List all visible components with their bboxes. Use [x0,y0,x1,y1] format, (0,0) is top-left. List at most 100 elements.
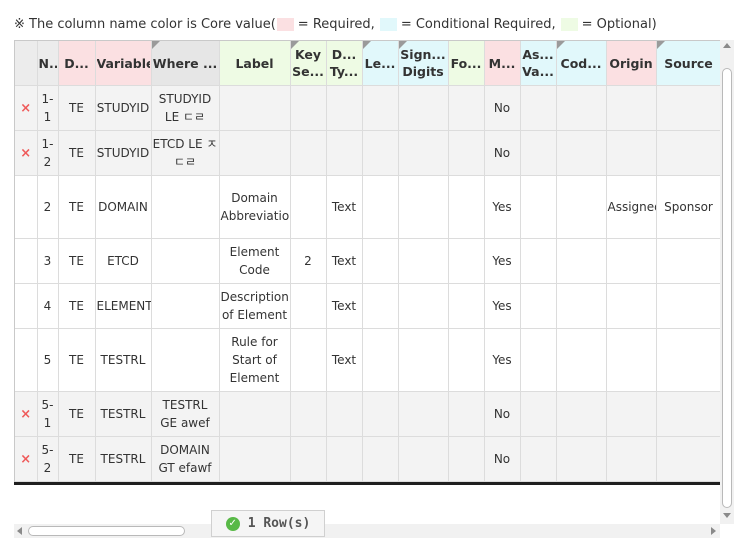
cell-sigdigits[interactable] [398,130,449,176]
cell-domain[interactable]: TE [58,436,96,482]
cell-codelist[interactable] [556,328,607,392]
cell-label[interactable]: Description of Element [219,283,291,329]
cell-sigdigits[interactable] [398,391,449,437]
cell-format[interactable] [448,391,485,437]
column-header-format[interactable]: Fo... [448,41,485,86]
table-row[interactable]: 3 TE ETCD Element Code 2 Text Yes [15,238,721,284]
cell-label[interactable]: Domain Abbreviation [219,175,291,239]
cell-keyseq[interactable] [290,85,327,131]
cell-length[interactable] [362,391,399,437]
cell-no[interactable]: 5 [37,328,59,392]
cell-label[interactable] [219,391,291,437]
cell-assigned[interactable] [520,436,557,482]
cell-source[interactable]: Sponsor [656,175,721,239]
cell-length[interactable] [362,436,399,482]
cell-variable[interactable]: TESTRL [95,436,152,482]
delete-row-icon[interactable]: × [20,146,31,161]
cell-length[interactable] [362,175,399,239]
cell-length[interactable] [362,328,399,392]
cell-domain[interactable]: TE [58,175,96,239]
cell-format[interactable] [448,436,485,482]
cell-format[interactable] [448,328,485,392]
cell-mandatory[interactable]: No [484,85,521,131]
cell-codelist[interactable] [556,85,607,131]
cell-label[interactable] [219,436,291,482]
cell-keyseq[interactable] [290,391,327,437]
cell-variable[interactable]: STUDYID [95,130,152,176]
cell-origin[interactable] [606,238,657,284]
cell-mandatory[interactable]: Yes [484,283,521,329]
table-row[interactable]: 5 TE TESTRL Rule for Start of Element Text Ye… [15,328,721,392]
cell-no[interactable]: 1-2 [37,130,59,176]
column-header-datatype[interactable]: D... Ty... [326,41,363,86]
cell-no[interactable]: 5-2 [37,436,59,482]
scroll-down-arrow-icon[interactable] [723,513,731,518]
scroll-up-arrow-icon[interactable] [723,43,731,48]
cell-codelist[interactable] [556,391,607,437]
cell-sigdigits[interactable] [398,175,449,239]
cell-keyseq[interactable]: 2 [290,238,327,284]
cell-format[interactable] [448,130,485,176]
cell-origin[interactable] [606,436,657,482]
cell-length[interactable] [362,130,399,176]
cell-codelist[interactable] [556,130,607,176]
cell-no[interactable]: 3 [37,238,59,284]
cell-length[interactable] [362,238,399,284]
table-row[interactable]: × 1-2 TE STUDYID ETCD LE ㅈㄷㄹ No [15,130,721,176]
cell-mandatory[interactable]: No [484,391,521,437]
scroll-left-arrow-icon[interactable] [17,527,22,535]
cell-source[interactable] [656,130,721,176]
cell-assigned[interactable] [520,391,557,437]
delete-row-icon[interactable]: × [20,407,31,422]
cell-sigdigits[interactable] [398,238,449,284]
cell-variable[interactable]: TESTRL [95,391,152,437]
cell-no[interactable]: 1-1 [37,85,59,131]
cell-source[interactable] [656,283,721,329]
column-header-variable[interactable]: Variable [95,41,152,86]
table-row[interactable]: × 5-1 TE TESTRL TESTRL GE awef No [15,391,721,437]
cell-keyseq[interactable] [290,283,327,329]
cell-datatype[interactable]: Text [326,328,363,392]
cell-assigned[interactable] [520,85,557,131]
cell-assigned[interactable] [520,175,557,239]
column-header-codelist[interactable]: Cod... [556,41,607,86]
cell-sigdigits[interactable] [398,436,449,482]
cell-variable[interactable]: TESTRL [95,328,152,392]
cell-label[interactable]: Element Code [219,238,291,284]
cell-source[interactable] [656,85,721,131]
cell-length[interactable] [362,283,399,329]
cell-origin[interactable] [606,328,657,392]
cell-source[interactable] [656,391,721,437]
cell-no[interactable]: 5-1 [37,391,59,437]
horizontal-scroll-thumb[interactable] [28,526,185,536]
cell-domain[interactable]: TE [58,238,96,284]
column-header-length[interactable]: Le... [362,41,399,86]
cell-mandatory[interactable]: No [484,436,521,482]
cell-keyseq[interactable] [290,328,327,392]
cell-codelist[interactable] [556,175,607,239]
cell-domain[interactable]: TE [58,85,96,131]
cell-label[interactable] [219,85,291,131]
cell-origin[interactable] [606,391,657,437]
vertical-scroll-thumb[interactable] [722,68,732,508]
cell-where[interactable]: ETCD LE ㅈㄷㄹ [151,130,220,176]
cell-mandatory[interactable]: Yes [484,175,521,239]
cell-keyseq[interactable] [290,130,327,176]
cell-format[interactable] [448,283,485,329]
cell-origin[interactable] [606,283,657,329]
cell-origin[interactable] [606,130,657,176]
cell-source[interactable] [656,328,721,392]
vertical-scrollbar[interactable] [720,40,734,524]
cell-mandatory[interactable]: Yes [484,238,521,284]
cell-domain[interactable]: TE [58,391,96,437]
column-header-del[interactable] [15,41,38,86]
table-row[interactable]: 4 TE ELEMENT Description of Element Text Yes [15,283,721,329]
cell-origin[interactable] [606,85,657,131]
cell-label[interactable]: Rule for Start of Element [219,328,291,392]
cell-datatype[interactable] [326,130,363,176]
cell-domain[interactable]: TE [58,283,96,329]
cell-variable[interactable]: STUDYID [95,85,152,131]
cell-source[interactable] [656,238,721,284]
cell-mandatory[interactable]: No [484,130,521,176]
cell-codelist[interactable] [556,238,607,284]
